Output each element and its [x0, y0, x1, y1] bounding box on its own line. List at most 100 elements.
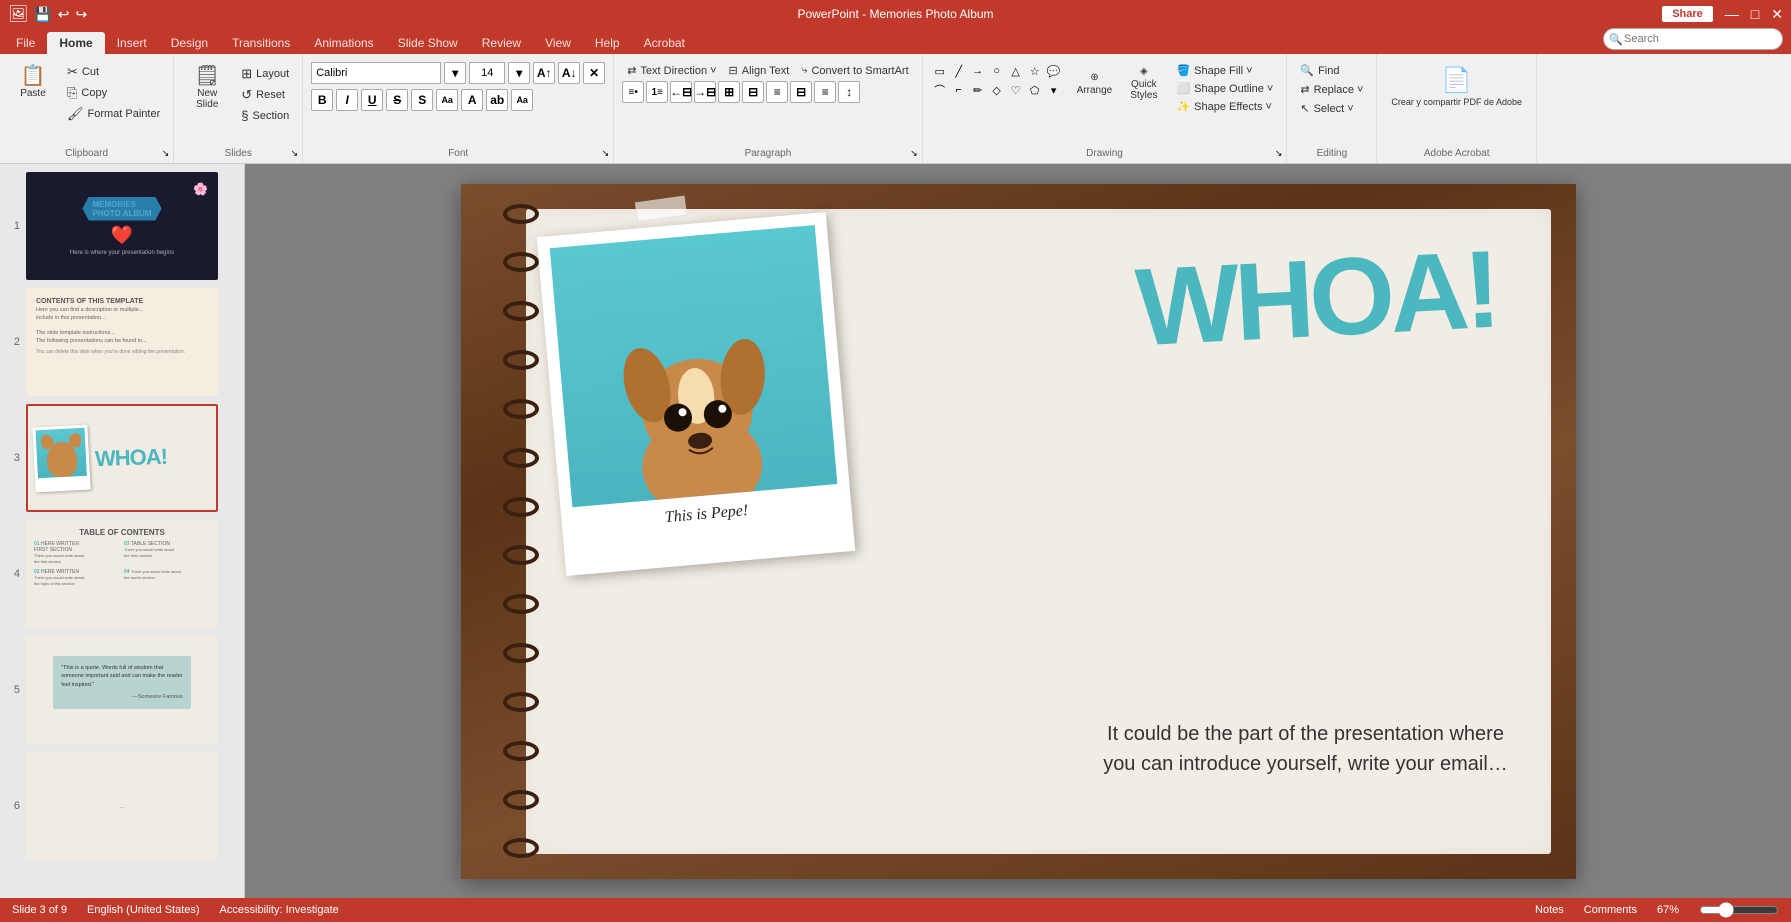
arrange-button[interactable]: ⊕ Arrange	[1071, 62, 1119, 105]
search-input[interactable]	[1603, 28, 1783, 50]
align-right-button[interactable]: ⊟	[790, 81, 812, 103]
maximize-button[interactable]: □	[1751, 6, 1759, 22]
reset-button[interactable]: ↺ Reset	[236, 85, 294, 105]
slide-item-6[interactable]: 6 ...	[8, 752, 236, 860]
slide-item-1[interactable]: 1 MEMORIESPHOTO ALBUM ❤️ Here is where y…	[8, 172, 236, 280]
format-painter-button[interactable]: 🖌 Format Painter	[62, 104, 165, 124]
font-name-dropdown[interactable]: ▾	[444, 62, 466, 84]
tab-acrobat[interactable]: Acrobat	[632, 32, 697, 54]
line-shape[interactable]: ╱	[950, 62, 968, 80]
font-name-input[interactable]	[311, 62, 441, 84]
heart-shape[interactable]: ♡	[1007, 81, 1025, 99]
text-direction-button[interactable]: ⇄ Text Direction ˅	[622, 62, 721, 79]
zoom-slider[interactable]	[1699, 902, 1779, 918]
star-shape[interactable]: ☆	[1026, 62, 1044, 80]
slide-thumb-2[interactable]: CONTENTS OF THIS TEMPLATE Here you can f…	[26, 288, 218, 396]
font-size-input[interactable]	[469, 62, 505, 84]
indent-less-button[interactable]: ←⊟	[670, 81, 692, 103]
drawing-expand[interactable]: ↘	[1275, 148, 1283, 159]
underline-button[interactable]: U	[361, 89, 383, 111]
select-button[interactable]: ↖ Select ˅	[1295, 100, 1358, 117]
tab-view[interactable]: View	[533, 32, 583, 54]
increase-font-size[interactable]: A↑	[533, 62, 555, 84]
tab-animations[interactable]: Animations	[302, 32, 385, 54]
callout-shape[interactable]: 💬	[1045, 62, 1063, 80]
clipboard-expand[interactable]: ↘	[162, 148, 170, 159]
minimize-button[interactable]: —	[1725, 6, 1739, 22]
columns-button[interactable]: ⊞	[718, 81, 740, 103]
slide-thumb-6[interactable]: ...	[26, 752, 218, 860]
indent-more-button[interactable]: →⊟	[694, 81, 716, 103]
justify-button[interactable]: ≡	[814, 81, 836, 103]
tab-home[interactable]: Home	[47, 32, 104, 54]
pentagon-shape[interactable]: ⬠	[1026, 81, 1044, 99]
more-shapes[interactable]: ▾	[1045, 81, 1063, 99]
highlight-button[interactable]: ab	[486, 89, 508, 111]
close-button[interactable]: ✕	[1771, 6, 1783, 23]
tab-slideshow[interactable]: Slide Show	[386, 32, 470, 54]
new-slide-button[interactable]: 🗒 NewSlide	[182, 62, 232, 114]
slide-thumb-1[interactable]: MEMORIESPHOTO ALBUM ❤️ Here is where you…	[26, 172, 218, 280]
font-case-button[interactable]: Aa	[436, 89, 458, 111]
shape-effects-button[interactable]: ✨ Shape Effects ˅	[1171, 98, 1278, 115]
align-text-button[interactable]: ⊟ Align Text	[724, 62, 795, 79]
oval-shape[interactable]: ○	[988, 62, 1006, 80]
diamond-shape[interactable]: ◇	[988, 81, 1006, 99]
strikethrough-button[interactable]: S	[386, 89, 408, 111]
slide-description[interactable]: It could be the part of the presentation…	[1096, 719, 1516, 779]
slide-item-2[interactable]: 2 CONTENTS OF THIS TEMPLATE Here you can…	[8, 288, 236, 396]
italic-button[interactable]: I	[336, 89, 358, 111]
slide-thumb-5[interactable]: "This is a quote. Words full of wisdom t…	[26, 636, 218, 744]
slide-item-4[interactable]: 4 TABLE OF CONTENTS 01 HERE WRITTENFIRST…	[8, 520, 236, 628]
triangle-shape[interactable]: △	[1007, 62, 1025, 80]
slides-expand[interactable]: ↘	[291, 148, 299, 159]
curve-shape[interactable]: ⌒	[931, 81, 949, 99]
bullet-list-button[interactable]: ≡•	[622, 81, 644, 103]
tab-review[interactable]: Review	[470, 32, 533, 54]
notes-button[interactable]: Notes	[1535, 904, 1564, 916]
tab-file[interactable]: File	[4, 32, 47, 54]
create-pdf-button[interactable]: 📄 Crear y compartir PDF de Adobe	[1385, 62, 1528, 111]
slide-canvas[interactable]: This is Pepe! WHOA! It could be the part…	[461, 184, 1576, 879]
shadow-button[interactable]: S	[411, 89, 433, 111]
rectangle-shape[interactable]: ▭	[931, 62, 949, 80]
layout-button[interactable]: ⊞ Layout	[236, 64, 294, 84]
polaroid-photo-frame[interactable]: This is Pepe!	[536, 212, 855, 576]
find-button[interactable]: 🔍 Find	[1295, 62, 1344, 79]
font-color-button[interactable]: A	[461, 89, 483, 111]
cut-button[interactable]: ✂ Cut	[62, 62, 165, 82]
paragraph-expand[interactable]: ↘	[910, 148, 918, 159]
convert-smartart-button[interactable]: ⤷ Convert to SmartArt	[796, 62, 913, 79]
accessibility-status[interactable]: Accessibility: Investigate	[220, 904, 339, 916]
slide-item-5[interactable]: 5 "This is a quote. Words full of wisdom…	[8, 636, 236, 744]
tab-insert[interactable]: Insert	[105, 32, 159, 54]
connector-shape[interactable]: ⌐	[950, 81, 968, 99]
copy-button[interactable]: ⎘ Copy	[62, 83, 165, 103]
numbered-list-button[interactable]: 1≡	[646, 81, 668, 103]
align-center-button[interactable]: ≡	[766, 81, 788, 103]
line-spacing-button[interactable]: ↕	[838, 81, 860, 103]
tab-design[interactable]: Design	[159, 32, 220, 54]
comments-button[interactable]: Comments	[1584, 904, 1637, 916]
whoa-heading[interactable]: WHOA!	[1133, 234, 1498, 363]
tab-help[interactable]: Help	[583, 32, 632, 54]
shape-outline-button[interactable]: ⬜ Shape Outline ˅	[1171, 80, 1278, 97]
quick-access-undo[interactable]: ↩	[58, 6, 70, 23]
bold-button[interactable]: B	[311, 89, 333, 111]
replace-button[interactable]: ⇄ Replace ˅	[1295, 81, 1368, 98]
font-expand[interactable]: ↘	[602, 148, 610, 159]
align-left-button[interactable]: ⊟	[742, 81, 764, 103]
quick-access-save[interactable]: 💾	[34, 6, 51, 23]
font-size-dropdown[interactable]: ▾	[508, 62, 530, 84]
section-button[interactable]: § Section	[236, 106, 294, 125]
shape-fill-button[interactable]: 🪣 Shape Fill ˅	[1171, 62, 1278, 79]
tab-transitions[interactable]: Transitions	[220, 32, 302, 54]
paste-button[interactable]: 📋 Paste	[8, 62, 58, 103]
quick-access-redo[interactable]: ↪	[75, 6, 87, 23]
font-size-big[interactable]: Aa	[511, 89, 533, 111]
arrow-shape[interactable]: →	[969, 62, 987, 80]
freeform-shape[interactable]: ✏	[969, 81, 987, 99]
quick-styles-button[interactable]: ◈ QuickStyles	[1124, 62, 1163, 105]
slide-thumb-4[interactable]: TABLE OF CONTENTS 01 HERE WRITTENFIRST S…	[26, 520, 218, 628]
slide-item-3[interactable]: 3 WHOA!	[8, 404, 236, 512]
